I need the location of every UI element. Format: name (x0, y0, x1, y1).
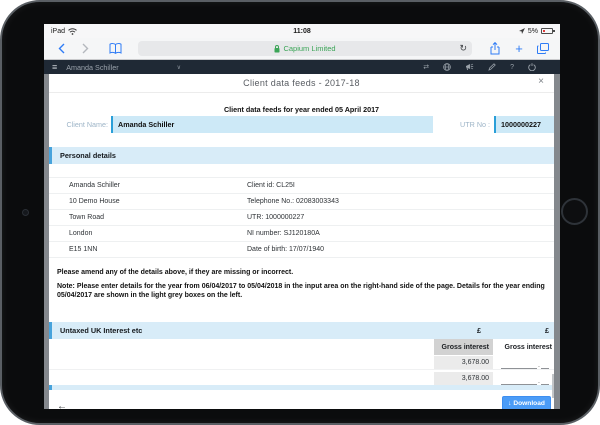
client-name-field[interactable]: Amanda Schiller (111, 116, 433, 133)
current-year-input[interactable]: . (501, 356, 552, 369)
screen: iPad 11:08 5% (44, 24, 560, 409)
transfer-icon[interactable]: ⇄ (423, 64, 429, 71)
client-data-feeds-modal: Client data feeds - 2017-18 × Client dat… (49, 74, 554, 409)
pencil-icon[interactable] (488, 63, 496, 71)
table-row: London NI number: SJ120180A (49, 226, 554, 242)
personal-details-table: Amanda Schiller Client id: CL25I 10 Demo… (49, 177, 554, 258)
address-bar[interactable]: Capium Limited ↻ (138, 41, 472, 56)
utr-field[interactable]: 1000000227 (494, 116, 554, 133)
globe-icon[interactable] (443, 63, 451, 71)
clock: 11:08 (44, 28, 560, 35)
back-button[interactable] (54, 42, 68, 56)
status-bar: iPad 11:08 5% (44, 24, 560, 38)
modal-subtitle: Client data feeds for year ended 05 Apri… (49, 105, 554, 114)
hamburger-icon[interactable]: ≡ (52, 63, 57, 72)
safari-toolbar: Capium Limited ↻ + (44, 38, 560, 60)
interest-column-headers: Gross interest Gross interest (49, 339, 554, 355)
modal-footer: ← ↓ Download (49, 393, 554, 409)
client-selector[interactable]: Amanda Schiller ∨ (66, 63, 181, 72)
power-icon[interactable] (528, 63, 536, 71)
download-button[interactable]: ↓ Download (502, 396, 551, 409)
table-row: 10 Demo House Telephone No.: 02083003343 (49, 194, 554, 210)
gross-interest-previous-header: Gross interest (434, 339, 493, 355)
help-icon[interactable]: ? (510, 64, 514, 71)
modal-backdrop: Client data feeds - 2017-18 × Client dat… (44, 74, 560, 409)
new-tab-icon[interactable]: + (512, 42, 526, 56)
home-button[interactable] (561, 198, 588, 225)
lock-icon (274, 45, 280, 53)
tabs-icon[interactable] (536, 42, 550, 56)
close-icon[interactable]: × (538, 76, 544, 87)
modal-title: Client data feeds - 2017-18 (49, 74, 554, 93)
interest-row: 3,678.00 . (49, 355, 554, 370)
client-identity-row: Client Name: Amanda Schiller UTR No : 10… (49, 116, 554, 133)
client-name-label: Client Name: (49, 120, 111, 129)
forward-button[interactable] (78, 42, 92, 56)
ipad-frame: iPad 11:08 5% (0, 0, 600, 425)
previous-year-value: 3,678.00 (434, 372, 493, 385)
client-selector-label: Amanda Schiller (66, 63, 118, 72)
share-icon[interactable] (488, 42, 502, 56)
amend-instruction: Please amend any of the details above, i… (57, 269, 546, 276)
previous-year-value: 3,678.00 (434, 356, 493, 369)
next-section-header-partial (49, 385, 554, 390)
pound-sign-current: £ (545, 326, 549, 335)
reload-icon[interactable]: ↻ (459, 41, 467, 56)
untaxed-interest-header: Untaxed UK Interest etc £ £ (49, 322, 554, 339)
battery-icon (541, 28, 553, 34)
screenshot: iPad 11:08 5% (0, 0, 600, 425)
utr-label: UTR No : (442, 120, 494, 129)
front-camera (22, 209, 29, 216)
modal-header: Client data feeds - 2017-18 × (49, 74, 554, 93)
chevron-down-icon: ∨ (177, 64, 181, 71)
note-text: Note: Please enter details for the year … (57, 282, 548, 301)
personal-details-header: Personal details (49, 147, 554, 164)
interest-row: 3,678.00 . (49, 371, 554, 386)
pound-sign-previous: £ (477, 326, 481, 335)
scrollbar-thumb[interactable] (552, 374, 554, 398)
current-year-input[interactable]: . (501, 372, 552, 385)
table-row: Town Road UTR: 1000000227 (49, 210, 554, 226)
table-row: Amanda Schiller Client id: CL25I (49, 178, 554, 194)
table-row: E15 1NN Date of birth: 17/07/1940 (49, 242, 554, 258)
download-button-label: Download (513, 400, 545, 407)
app-navbar: ≡ Amanda Schiller ∨ ⇄ ? (44, 60, 560, 74)
bookmarks-icon[interactable] (108, 42, 122, 56)
announcement-icon[interactable] (465, 63, 474, 71)
site-title: Capium Limited (283, 44, 335, 53)
gross-interest-current-header: Gross interest (497, 339, 552, 355)
download-arrow-icon: ↓ (508, 400, 511, 407)
back-arrow-icon[interactable]: ← (57, 401, 67, 409)
